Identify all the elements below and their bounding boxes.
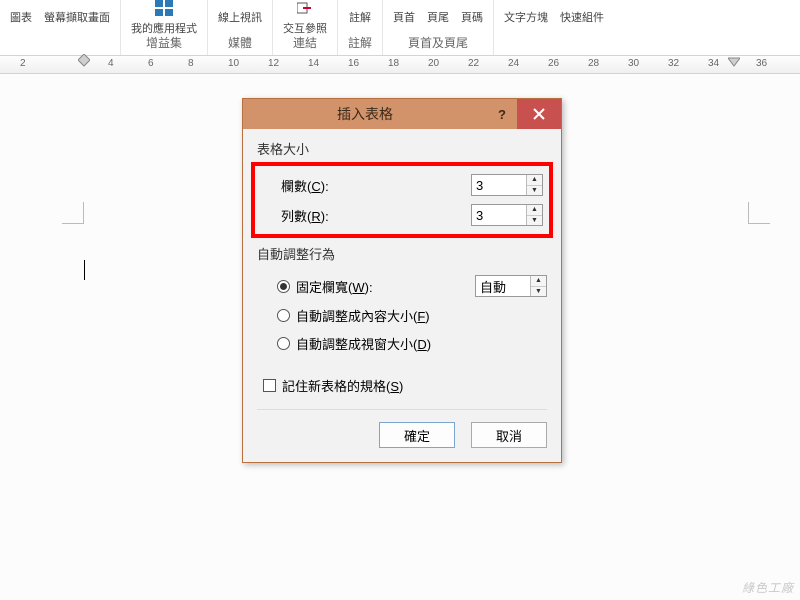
fixed-width-spinner[interactable]: ▲ ▼ [475,275,547,297]
right-indent-marker[interactable] [728,54,740,70]
radio-fit-content-label: 自動調整成內容大小(F) [296,306,430,325]
page-corner-left [62,202,84,224]
columns-input[interactable] [472,175,526,195]
highlight-box: 欄數(C): ▲ ▼ 列數(R): [251,162,553,238]
ruler-tick: 24 [508,58,519,69]
radio-fixed-width[interactable] [277,280,290,293]
rows-spinner[interactable]: ▲ ▼ [471,204,543,226]
ribbon: 圖表 螢幕擷取畫面 我的應用程式 增益集 線上視訊 媒體 交互參照 連結 註解 … [0,0,800,56]
fixed-width-spin-up[interactable]: ▲ [531,276,546,287]
columns-spin-up[interactable]: ▲ [527,175,542,186]
fixed-width-spin-down[interactable]: ▼ [531,287,546,297]
ribbon-btn-textbox[interactable]: 文字方塊 [504,9,548,25]
columns-spin-down[interactable]: ▼ [527,186,542,196]
ruler-tick: 28 [588,58,599,69]
ribbon-group-label: 註解 [348,34,372,55]
ruler-tick: 6 [148,58,154,69]
rows-spin-down[interactable]: ▼ [527,216,542,226]
ribbon-btn-pagenum[interactable]: 頁碼 [461,9,483,25]
rows-label: 列數(R): [261,206,471,225]
close-icon [533,108,545,120]
ruler-tick: 36 [756,58,767,69]
cancel-button[interactable]: 取消 [471,422,547,448]
dialog-close-button[interactable] [517,99,561,129]
ruler-tick: 22 [468,58,479,69]
crossref-icon [293,0,317,18]
ribbon-group-label: 頁首及頁尾 [408,34,468,55]
columns-label: 欄數(C): [261,176,471,195]
ribbon-group-headerfooter: 頁首 頁尾 頁碼 頁首及頁尾 [383,0,494,55]
ribbon-group-text: 文字方塊 快速組件 [494,0,614,55]
dialog-help-button[interactable]: ? [487,107,517,122]
insert-table-dialog: 插入表格 ? 表格大小 欄數(C): ▲ ▼ [242,98,562,463]
ruler-tick: 16 [348,58,359,69]
ruler-tick: 26 [548,58,559,69]
ribbon-btn-screenshot[interactable]: 螢幕擷取畫面 [44,9,110,25]
text-cursor [84,260,85,280]
section-table-size: 表格大小 [257,139,547,158]
columns-spinner[interactable]: ▲ ▼ [471,174,543,196]
ribbon-group-label: 媒體 [228,34,252,55]
ruler-tick: 2 [20,58,26,69]
ruler-tick: 4 [108,58,114,69]
ribbon-group-label: 連結 [293,34,317,55]
checkbox-remember[interactable] [263,379,276,392]
ruler-tick: 14 [308,58,319,69]
ribbon-group-media: 線上視訊 媒體 [208,0,273,55]
ribbon-btn-header[interactable]: 頁首 [393,9,415,25]
radio-fixed-width-label: 固定欄寬(W): [296,277,373,296]
ribbon-btn-myapps[interactable]: 我的應用程式 [131,0,197,36]
first-line-indent-marker[interactable] [78,54,90,70]
apps-icon [152,0,176,18]
ruler-tick: 8 [188,58,194,69]
ribbon-group-comments: 註解 註解 [338,0,383,55]
section-autofit: 自動調整行為 [257,244,547,263]
ribbon-btn-quickparts[interactable]: 快速組件 [560,9,604,25]
radio-fit-content[interactable] [277,309,290,322]
watermark: 綠色工廠 [742,579,794,596]
ruler-tick: 20 [428,58,439,69]
ribbon-group-label: 增益集 [146,34,182,55]
horizontal-ruler[interactable]: 2 4 6 8 10 12 14 16 18 20 22 24 26 28 30… [0,56,800,74]
ruler-tick: 12 [268,58,279,69]
ruler-tick: 18 [388,58,399,69]
rows-input[interactable] [472,205,526,225]
fixed-width-input[interactable] [476,276,530,296]
ribbon-group-addins: 我的應用程式 增益集 [121,0,208,55]
ribbon-group-links: 交互參照 連結 [273,0,338,55]
ribbon-btn-comment[interactable]: 註解 [349,9,371,25]
ruler-tick: 10 [228,58,239,69]
ok-button[interactable]: 確定 [379,422,455,448]
ribbon-btn-footer[interactable]: 頁尾 [427,9,449,25]
ruler-tick: 32 [668,58,679,69]
ribbon-group-illustrations: 圖表 螢幕擷取畫面 [0,0,121,55]
ribbon-btn-online-video[interactable]: 線上視訊 [218,9,262,25]
dialog-title: 插入表格 [243,104,487,124]
checkbox-remember-label: 記住新表格的規格(S) [282,376,403,395]
rows-spin-up[interactable]: ▲ [527,205,542,216]
radio-fit-window-label: 自動調整成視窗大小(D) [296,334,431,353]
ruler-tick: 34 [708,58,719,69]
dialog-titlebar[interactable]: 插入表格 ? [243,99,561,129]
ribbon-btn-chart[interactable]: 圖表 [10,9,32,25]
radio-fit-window[interactable] [277,337,290,350]
ruler-tick: 30 [628,58,639,69]
page-corner-right [748,202,770,224]
ribbon-btn-crossref[interactable]: 交互參照 [283,0,327,36]
